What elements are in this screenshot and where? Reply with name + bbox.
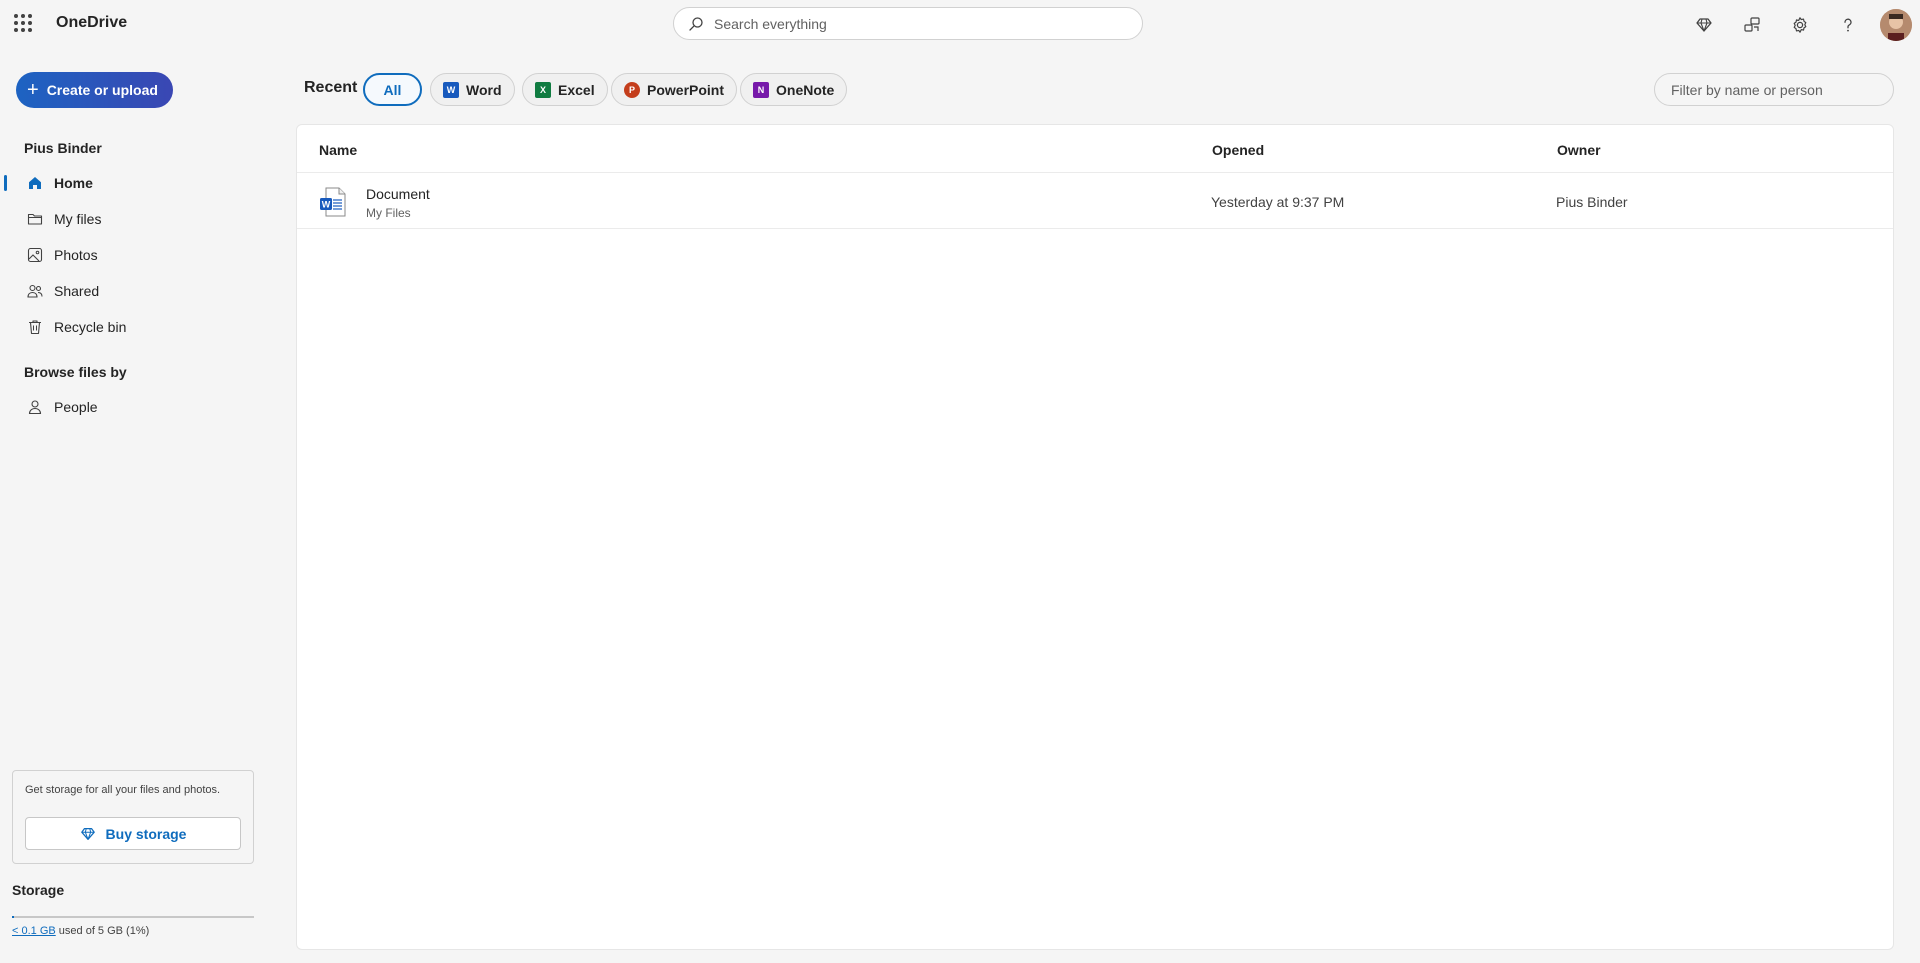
sidebar-item-photos[interactable]: Photos [0, 238, 270, 272]
sidebar-item-recycle-bin[interactable]: Recycle bin [0, 310, 270, 344]
create-or-upload-label: Create or upload [46, 82, 158, 98]
create-or-upload-button[interactable]: + Create or upload [16, 72, 173, 108]
filter-by-name-input[interactable] [1654, 73, 1894, 106]
filter-pill-label: All [383, 81, 402, 98]
recent-files-panel: Name Opened Owner W Document My Files Ye… [296, 124, 1894, 950]
recent-heading: Recent [304, 79, 358, 96]
sidebar: + Create or upload Pius Binder Home My f… [0, 50, 270, 963]
browse-files-heading: Browse files by [24, 364, 127, 380]
filter-pill-label: PowerPoint [647, 81, 725, 98]
header-actions [1680, 0, 1920, 50]
trash-icon [26, 318, 44, 336]
table-header: Name Opened Owner [297, 125, 1893, 173]
word-icon: W [443, 81, 459, 98]
table-row[interactable]: W Document My Files Yesterday at 9:37 PM… [297, 173, 1893, 229]
storage-used-link[interactable]: < 0.1 GB [12, 925, 56, 937]
profile-avatar[interactable] [1880, 9, 1912, 41]
filter-pill-excel[interactable]: X Excel [522, 73, 608, 106]
storage-promo-text: Get storage for all your files and photo… [25, 784, 221, 796]
storage-usage-text: < 0.1 GB used of 5 GB (1%) [12, 925, 149, 937]
file-opened-time: Yesterday at 9:37 PM [1211, 194, 1345, 210]
settings-gear-icon[interactable] [1776, 1, 1824, 49]
sidebar-item-label: Photos [54, 247, 98, 263]
buy-storage-button[interactable]: Buy storage [25, 817, 241, 850]
filter-pill-word[interactable]: W Word [430, 73, 515, 106]
folder-icon [26, 210, 44, 228]
filter-pill-label: Word [466, 81, 502, 98]
sidebar-item-people[interactable]: People [0, 390, 270, 424]
filter-pill-all[interactable]: All [363, 73, 422, 106]
app-launcher-icon[interactable] [14, 14, 32, 32]
user-name-heading: Pius Binder [24, 140, 102, 156]
sidebar-item-label: People [54, 399, 98, 415]
premium-diamond-icon[interactable] [1680, 1, 1728, 49]
sidebar-item-home[interactable]: Home [0, 166, 270, 200]
search-icon [689, 16, 703, 31]
sidebar-item-label: Home [54, 175, 93, 191]
filter-pill-label: Excel [558, 81, 595, 98]
buy-storage-label: Buy storage [105, 825, 187, 842]
file-name[interactable]: Document [366, 186, 430, 202]
help-icon[interactable] [1824, 1, 1872, 49]
people-shared-icon [26, 282, 44, 300]
share-feedback-icon[interactable] [1728, 1, 1776, 49]
storage-usage-bar [12, 916, 254, 918]
sidebar-item-label: My files [54, 211, 102, 227]
onenote-icon: N [753, 81, 769, 98]
filter-pill-label: OneNote [776, 81, 835, 98]
plus-icon: + [27, 79, 39, 101]
file-location: My Files [366, 206, 411, 220]
top-bar: OneDrive [0, 0, 1920, 50]
storage-used-suffix: used of 5 GB (1%) [58, 925, 150, 937]
file-owner: Pius Binder [1556, 194, 1628, 210]
storage-usage-fill [12, 916, 15, 918]
filter-pill-onenote[interactable]: N OneNote [740, 73, 848, 106]
svg-text:W: W [322, 200, 331, 210]
column-header-opened[interactable]: Opened [1212, 142, 1264, 158]
sidebar-item-label: Recycle bin [54, 319, 127, 335]
sidebar-item-my-files[interactable]: My files [0, 202, 270, 236]
sidebar-item-label: Shared [54, 283, 100, 299]
excel-icon: X [535, 81, 551, 98]
home-icon [26, 174, 44, 192]
app-name[interactable]: OneDrive [56, 14, 127, 32]
search-box[interactable] [673, 7, 1143, 40]
column-header-name[interactable]: Name [319, 142, 357, 158]
column-header-owner[interactable]: Owner [1557, 142, 1601, 158]
person-icon [26, 398, 44, 416]
photo-icon [26, 246, 44, 264]
word-document-icon: W [319, 187, 347, 217]
powerpoint-icon: P [624, 81, 640, 98]
search-input[interactable] [714, 15, 1094, 32]
sidebar-item-shared[interactable]: Shared [0, 274, 270, 308]
storage-heading: Storage [12, 882, 65, 898]
filter-pill-powerpoint[interactable]: P PowerPoint [611, 73, 738, 106]
diamond-icon [80, 827, 95, 840]
storage-promo-card: Get storage for all your files and photo… [12, 770, 254, 864]
